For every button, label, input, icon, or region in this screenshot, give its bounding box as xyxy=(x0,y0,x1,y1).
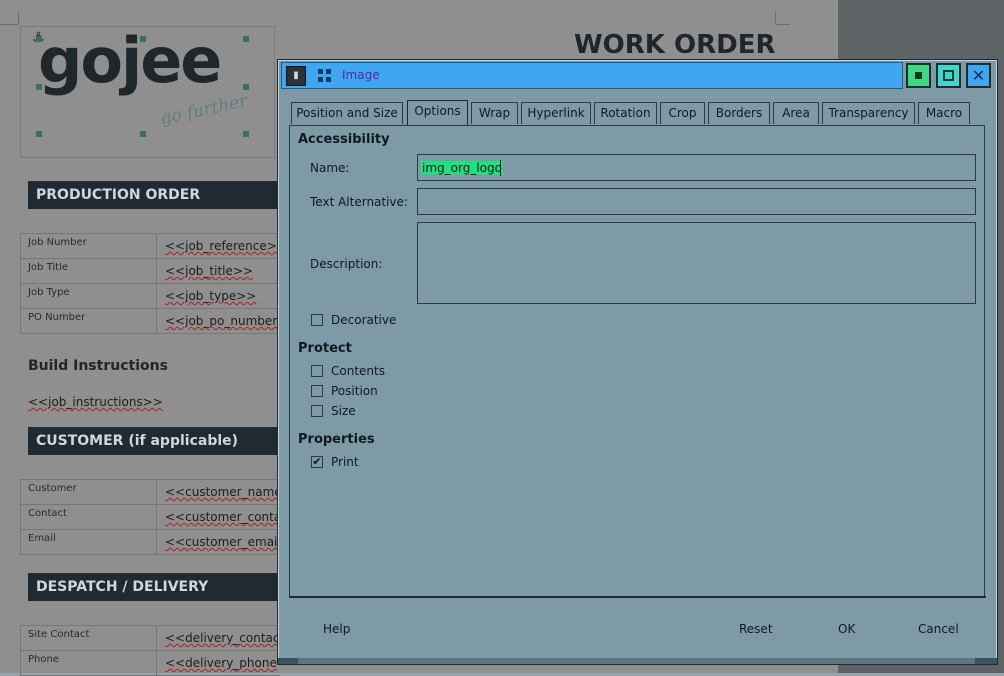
description-textarea[interactable] xyxy=(417,222,976,304)
print-label: Print xyxy=(331,455,359,469)
maximize-button[interactable] xyxy=(936,63,961,88)
tab-macro[interactable]: Macro xyxy=(918,102,970,124)
row-label: Email xyxy=(20,530,157,554)
production-table: Job Number <<job_reference>> Job Title <<j… xyxy=(20,233,287,334)
decorative-label: Decorative xyxy=(331,313,397,327)
dialog-title: Image xyxy=(342,68,380,82)
build-instructions-heading: Build Instructions xyxy=(28,358,168,374)
table-row: Job Title <<job_title>> xyxy=(20,258,280,283)
text-alternative-input[interactable] xyxy=(417,188,976,215)
close-button[interactable]: ✕ xyxy=(966,63,991,88)
table-row: Contact <<customer_conta xyxy=(20,504,282,529)
row-label: Job Number xyxy=(20,234,157,258)
table-row: Customer <<customer_name xyxy=(20,479,282,504)
build-instructions-text: <<job_instructions>> xyxy=(28,395,163,409)
section-production: PRODUCTION ORDER xyxy=(28,181,278,209)
panel-shadow xyxy=(289,596,986,598)
row-value: <<job_title>> xyxy=(165,264,253,278)
size-checkbox[interactable] xyxy=(311,405,323,417)
ok-button[interactable]: OK xyxy=(838,622,855,636)
customer-table: Customer <<customer_name Contact <<custome… xyxy=(20,479,282,555)
row-value: <<delivery_phone xyxy=(165,656,277,670)
row-value: <<customer_conta xyxy=(165,510,282,524)
position-label: Position xyxy=(331,384,378,398)
name-input-value: img_org_logo xyxy=(421,161,503,175)
row-label: Phone xyxy=(20,651,157,675)
help-button[interactable]: Help xyxy=(323,622,350,636)
tab-borders[interactable]: Borders xyxy=(708,102,770,124)
name-label: Name: xyxy=(310,161,350,175)
tab-position-and-size[interactable]: Position and Size xyxy=(291,102,403,124)
text-caret xyxy=(500,160,501,176)
table-row: Job Number <<job_reference>> xyxy=(20,233,287,258)
properties-heading: Properties xyxy=(298,432,375,447)
contents-label: Contents xyxy=(331,364,385,378)
position-checkbox[interactable] xyxy=(311,385,323,397)
dialog-titlebar[interactable]: ▮ Image xyxy=(281,62,903,89)
table-row: Email <<customer_email xyxy=(20,529,281,555)
tab-crop[interactable]: Crop xyxy=(660,102,705,124)
tab-wrap[interactable]: Wrap xyxy=(471,102,518,124)
section-despatch: DESPATCH / DELIVERY xyxy=(28,573,278,601)
table-row: Job Type <<job_type>> xyxy=(20,283,280,308)
selection-handle[interactable] xyxy=(36,131,42,137)
name-input[interactable]: img_org_logo xyxy=(417,154,976,181)
crop-mark xyxy=(776,24,790,25)
row-value: <<job_reference>> xyxy=(165,239,287,253)
selection-handle[interactable] xyxy=(140,36,146,42)
crop-mark xyxy=(18,12,19,24)
size-label: Size xyxy=(331,404,356,418)
row-value: <<job_po_number xyxy=(165,314,278,328)
selection-handle[interactable] xyxy=(36,36,42,42)
row-value: <<customer_name xyxy=(165,485,282,499)
tab-rotation[interactable]: Rotation xyxy=(594,102,657,124)
selection-handle[interactable] xyxy=(243,36,249,42)
minimize-button[interactable] xyxy=(906,63,931,88)
row-value: <<customer_email xyxy=(165,535,281,549)
row-label: Job Type xyxy=(20,284,157,308)
resize-grip-left[interactable] xyxy=(278,658,298,664)
close-icon: ✕ xyxy=(971,66,986,85)
selection-handle[interactable] xyxy=(140,131,146,137)
tab-transparency[interactable]: Transparency xyxy=(822,102,915,124)
contents-checkbox[interactable] xyxy=(311,365,323,377)
selection-handle[interactable] xyxy=(243,84,249,90)
crop-mark xyxy=(0,24,18,25)
table-row: Phone <<delivery_phone xyxy=(20,650,280,676)
tab-hyperlink[interactable]: Hyperlink xyxy=(521,102,591,124)
resize-grip-right[interactable] xyxy=(975,658,997,664)
despatch-table: Site Contact <<delivery_contac Phone <<del… xyxy=(20,625,280,676)
description-label: Description: xyxy=(310,257,383,271)
document-title: WORK ORDER xyxy=(574,30,776,60)
decorative-checkbox[interactable] xyxy=(311,314,323,326)
selection-handle[interactable] xyxy=(36,84,42,90)
text-alternative-label: Text Alternative: xyxy=(310,195,408,209)
image-grid-icon xyxy=(318,69,332,83)
reset-button[interactable]: Reset xyxy=(739,622,773,636)
tab-area[interactable]: Area xyxy=(773,102,819,124)
row-label: Customer xyxy=(20,480,157,504)
section-customer: CUSTOMER (if applicable) xyxy=(28,427,278,455)
dialog-resize-border[interactable] xyxy=(278,658,997,664)
row-label: Job Title xyxy=(20,259,157,283)
table-row: Site Contact <<delivery_contac xyxy=(20,625,280,650)
row-value: <<delivery_contac xyxy=(165,631,280,645)
row-value: <<job_type>> xyxy=(165,289,257,303)
selection-handle[interactable] xyxy=(243,131,249,137)
tab-options[interactable]: Options xyxy=(407,100,468,126)
image-dialog: ▮ Image ✕ Position and Size Options Wrap… xyxy=(277,59,998,665)
row-label: Contact xyxy=(20,505,157,529)
table-row: PO Number <<job_po_number xyxy=(20,308,280,334)
app-menu-icon[interactable]: ▮ xyxy=(286,66,306,86)
crop-mark xyxy=(775,12,776,24)
protect-heading: Protect xyxy=(298,341,352,356)
print-checkbox[interactable]: ✔ xyxy=(311,456,323,468)
row-label: Site Contact xyxy=(20,626,157,650)
row-label: PO Number xyxy=(20,309,157,333)
cancel-button[interactable]: Cancel xyxy=(918,622,959,636)
logo-wordmark: gojee xyxy=(38,24,222,97)
accessibility-heading: Accessibility xyxy=(298,132,390,147)
